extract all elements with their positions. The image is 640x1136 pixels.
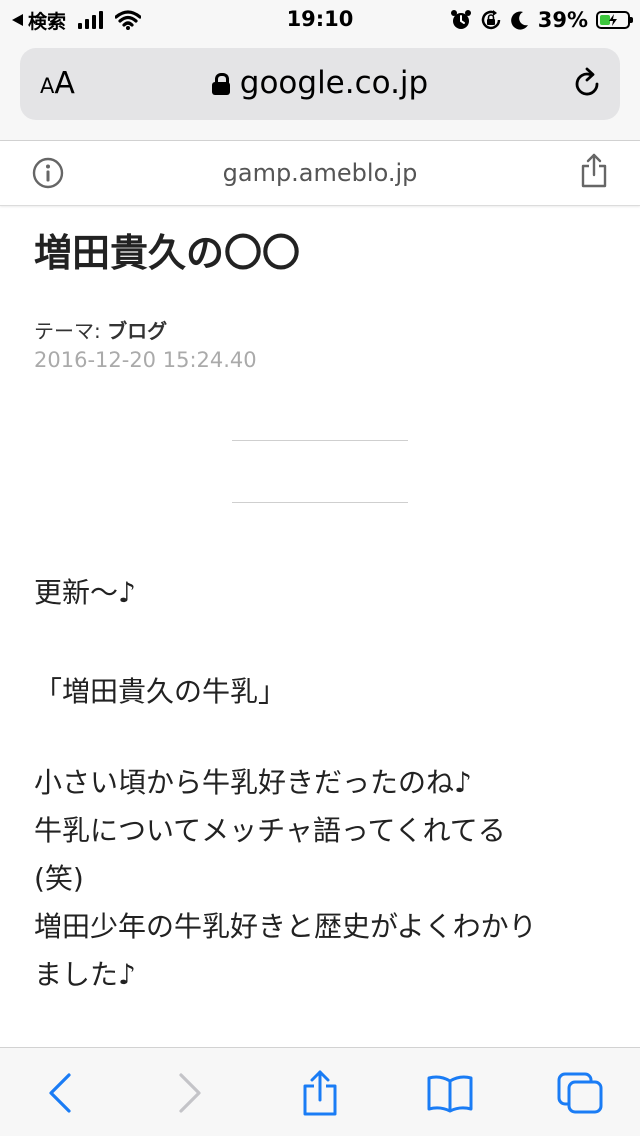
alarm-icon (450, 10, 471, 29)
battery-percentage: 39% (537, 8, 588, 32)
reload-icon[interactable] (570, 67, 604, 101)
article-paragraph: 小さい頃から牛乳好きだったのね♪ 牛乳についてメッチャ語ってくれてる (笑) 増… (34, 759, 537, 999)
paragraph-line: 牛乳についてメッチャ語ってくれてる (34, 814, 506, 847)
paragraph-line: ました♪ (34, 958, 136, 991)
browser-address-area: AA google.co.jp (0, 40, 640, 141)
forward-icon (179, 1073, 201, 1113)
status-bar: 検索 19:10 39% (0, 0, 640, 40)
back-button[interactable] (30, 1068, 90, 1118)
paragraph-line: 小さい頃から牛乳好きだったのね♪ (34, 766, 472, 799)
divider (232, 440, 408, 441)
bookmarks-icon (427, 1075, 473, 1113)
tabs-icon (557, 1072, 603, 1114)
amp-header: gamp.ameblo.jp (0, 141, 640, 206)
rotation-lock-icon (481, 10, 500, 30)
share-button[interactable] (290, 1068, 350, 1118)
article-theme: テーマ: ブログ (34, 315, 167, 344)
charging-bolt-icon (609, 14, 617, 26)
url-display[interactable]: google.co.jp (20, 65, 620, 101)
battery-icon (596, 11, 633, 29)
share-icon (303, 1070, 337, 1116)
browser-toolbar (0, 1047, 640, 1136)
lock-icon (211, 73, 230, 95)
article-paragraph: 「増田貴久の牛乳」 (34, 675, 287, 708)
paragraph-line: (笑) (34, 862, 84, 895)
address-bar[interactable]: AA google.co.jp (20, 48, 620, 120)
url-text: google.co.jp (239, 65, 429, 101)
article-title: 増田貴久の〇〇 (34, 231, 301, 275)
paragraph-line: 増田少年の牛乳好きと歴史がよくわかり (34, 910, 537, 943)
amp-source-domain: gamp.ameblo.jp (222, 159, 418, 187)
article-paragraph: 更新〜♪ (34, 576, 136, 609)
forward-button[interactable] (160, 1068, 220, 1118)
back-icon (49, 1073, 71, 1113)
theme-label: テーマ: (34, 319, 108, 343)
theme-link[interactable]: ブログ (107, 319, 167, 343)
article-date: 2016-12-20 15:24.40 (34, 348, 257, 372)
status-right: 39% (450, 7, 633, 33)
share-icon[interactable] (580, 153, 608, 189)
divider (232, 502, 408, 503)
bookmarks-button[interactable] (420, 1068, 480, 1118)
tabs-button[interactable] (550, 1068, 610, 1118)
moon-icon (510, 11, 528, 30)
